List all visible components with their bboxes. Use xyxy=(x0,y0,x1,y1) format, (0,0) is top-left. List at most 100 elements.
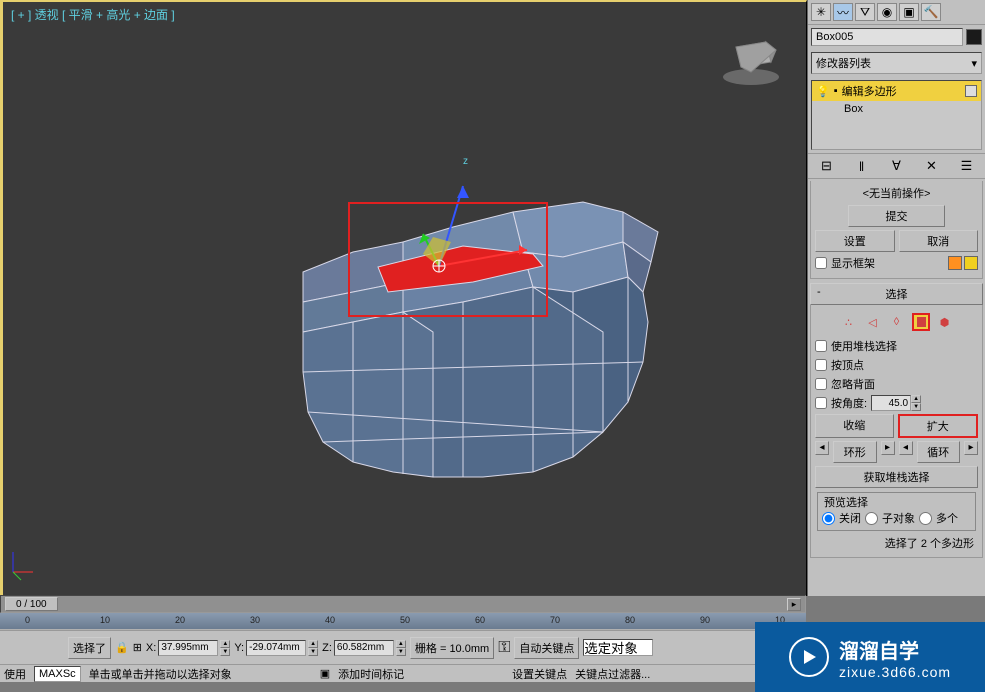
spinner-down-icon[interactable]: ▼ xyxy=(396,648,406,656)
grid-label: 栅格 = 10.0mm xyxy=(410,637,494,659)
vertex-select-icon[interactable]: ∴ xyxy=(840,313,858,331)
collapse-icon: - xyxy=(817,286,821,298)
modifier-box[interactable]: Box xyxy=(812,101,981,117)
by-angle-checkbox[interactable] xyxy=(815,397,827,409)
x-label: X: xyxy=(146,642,156,654)
viewcube[interactable] xyxy=(716,22,786,92)
grow-button[interactable]: 扩大 xyxy=(898,414,979,438)
commit-button[interactable]: 提交 xyxy=(848,205,946,227)
shrink-button[interactable]: 收缩 xyxy=(815,414,894,438)
preview-multi-radio[interactable] xyxy=(919,512,932,525)
object-color-swatch[interactable] xyxy=(966,29,982,45)
cancel-button[interactable]: 取消 xyxy=(899,230,979,252)
modifier-label: 编辑多边形 xyxy=(842,83,897,99)
ring-button[interactable]: 环形 xyxy=(833,441,877,463)
loop-next-icon[interactable]: ▸ xyxy=(964,441,978,455)
chevron-down-icon: ▾ xyxy=(971,57,977,70)
add-time-tag[interactable]: 添加时间标记 xyxy=(338,666,404,682)
object-name-input[interactable] xyxy=(811,28,963,46)
panel-tabs: ✳ 〰 ⛛ ◉ ▣ 🔨 xyxy=(808,0,985,25)
y-label: Y: xyxy=(234,642,244,654)
tick: 0 xyxy=(25,615,30,625)
watermark: 溜溜自学 zixue.3d66.com xyxy=(755,622,985,692)
time-slider[interactable]: 0 / 100 ▸ xyxy=(0,595,806,613)
spinner-up-icon[interactable]: ▲ xyxy=(308,640,318,648)
pin-stack-icon[interactable]: ⊟ xyxy=(818,157,836,175)
key-filter-button[interactable]: 关键点过滤器... xyxy=(575,666,650,682)
viewport-perspective[interactable]: [ + ] 透视 [ 平滑 + 高光 + 边面 ] xyxy=(0,0,807,596)
selection-rollout-header[interactable]: - 选择 xyxy=(810,283,983,305)
get-stack-sel-button[interactable]: 获取堆栈选择 xyxy=(815,466,978,488)
by-vertex-checkbox[interactable] xyxy=(815,359,827,371)
current-op-label: <无当前操作> xyxy=(815,185,978,201)
hierarchy-tab-icon[interactable]: ⛛ xyxy=(855,3,875,21)
loop-prev-icon[interactable]: ◂ xyxy=(899,441,913,455)
ring-prev-icon[interactable]: ◂ xyxy=(815,441,829,455)
slider-end-icon[interactable]: ▸ xyxy=(787,598,801,611)
preview-off-label: 关闭 xyxy=(839,510,861,526)
loop-button[interactable]: 循环 xyxy=(917,441,961,463)
preview-sel-label: 预览选择 xyxy=(822,494,870,510)
modify-tab-icon[interactable]: 〰 xyxy=(833,3,853,21)
spinner-up-icon[interactable]: ▲ xyxy=(220,640,230,648)
motion-tab-icon[interactable]: ◉ xyxy=(877,3,897,21)
selected-obj-input[interactable] xyxy=(583,639,653,656)
spinner-up-icon[interactable]: ▲ xyxy=(911,395,921,403)
timeline-ruler[interactable]: 0 10 20 30 40 50 60 70 80 90 10 xyxy=(0,613,806,629)
frame-color-1[interactable] xyxy=(948,256,962,270)
tick: 50 xyxy=(400,615,410,625)
modifier-edit-poly[interactable]: 💡 ▪ 编辑多边形 xyxy=(812,81,981,101)
use-stack-sel-checkbox[interactable] xyxy=(815,340,827,352)
rollout-title: 选择 xyxy=(886,289,908,301)
expand-icon[interactable]: ▪ xyxy=(834,85,838,97)
settings-button[interactable]: 设置 xyxy=(815,230,895,252)
preview-off-radio[interactable] xyxy=(822,512,835,525)
preview-subobj-radio[interactable] xyxy=(865,512,878,525)
spinner-up-icon[interactable]: ▲ xyxy=(396,640,406,648)
show-end-result-icon[interactable]: ‖ xyxy=(853,157,871,175)
svg-text:z: z xyxy=(463,156,468,167)
make-unique-icon[interactable]: ∀ xyxy=(888,157,906,175)
frame-color-2[interactable] xyxy=(964,256,978,270)
utilities-tab-icon[interactable]: 🔨 xyxy=(921,3,941,21)
lock-icon[interactable]: 🔒 xyxy=(115,641,129,654)
display-tab-icon[interactable]: ▣ xyxy=(899,3,919,21)
create-tab-icon[interactable]: ✳ xyxy=(811,3,831,21)
modifier-list-dropdown[interactable]: 修改器列表 ▾ xyxy=(811,52,982,74)
modifier-toggle-icon[interactable] xyxy=(965,85,977,97)
modifier-dropdown-label: 修改器列表 xyxy=(816,55,871,71)
x-input[interactable] xyxy=(158,640,218,656)
z-label: Z: xyxy=(322,642,332,654)
selected-label: 选择了 xyxy=(68,637,111,659)
remove-modifier-icon[interactable]: ✕ xyxy=(923,157,941,175)
isolate-icon[interactable]: ⊞ xyxy=(133,641,142,654)
y-input[interactable] xyxy=(246,640,306,656)
element-select-icon[interactable]: ⬢ xyxy=(936,313,954,331)
timeline: 0 / 100 ▸ 0 10 20 30 40 50 60 70 80 90 1… xyxy=(0,595,806,630)
play-icon xyxy=(789,637,829,677)
by-angle-label: 按角度: xyxy=(831,395,867,411)
configure-icon[interactable]: ☰ xyxy=(958,157,976,175)
ignore-backfacing-checkbox[interactable] xyxy=(815,378,827,390)
spinner-down-icon[interactable]: ▼ xyxy=(308,648,318,656)
autokey-button[interactable]: 自动关键点 xyxy=(514,637,579,659)
angle-input[interactable] xyxy=(871,395,911,411)
lightbulb-icon[interactable]: 💡 xyxy=(816,85,830,98)
tick: 70 xyxy=(550,615,560,625)
tag-icon[interactable]: ▣ xyxy=(320,667,330,680)
modifier-stack[interactable]: 💡 ▪ 编辑多边形 Box xyxy=(811,80,982,150)
edge-select-icon[interactable]: ◁ xyxy=(864,313,882,331)
z-input[interactable] xyxy=(334,640,394,656)
ring-next-icon[interactable]: ▸ xyxy=(881,441,895,455)
slider-thumb[interactable]: 0 / 100 xyxy=(5,597,58,611)
show-frame-checkbox[interactable] xyxy=(815,257,827,269)
spinner-down-icon[interactable]: ▼ xyxy=(220,648,230,656)
border-select-icon[interactable]: ◊ xyxy=(888,313,906,331)
tick: 10 xyxy=(100,615,110,625)
spinner-down-icon[interactable]: ▼ xyxy=(911,403,921,411)
key-icon[interactable]: ⚿ xyxy=(498,639,510,657)
polygon-select-icon[interactable] xyxy=(912,313,930,331)
tick: 30 xyxy=(250,615,260,625)
set-key-button[interactable]: 设置关键点 xyxy=(512,666,567,682)
tick: 20 xyxy=(175,615,185,625)
